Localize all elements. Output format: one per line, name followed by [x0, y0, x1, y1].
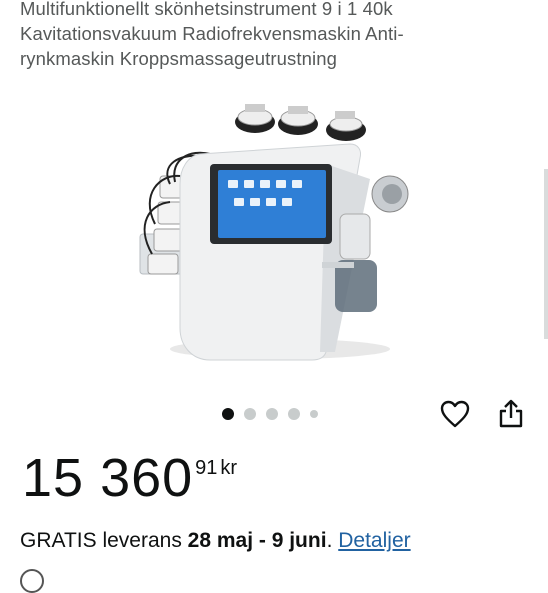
carousel-pagination[interactable] [222, 408, 318, 420]
carousel-dot[interactable] [288, 408, 300, 420]
carousel-dot[interactable] [222, 408, 234, 420]
product-title-line: Multifunktionellt skönhetsinstrument 9 i… [20, 0, 393, 19]
product-title-line: Kavitationsvakuum Radiofrekvensmaskin An… [20, 23, 404, 44]
product-title-line: rynkmaskin Kroppsmassageutrustning [20, 48, 338, 69]
product-image-carousel[interactable] [0, 74, 548, 394]
price-whole: 15 360 [22, 448, 194, 508]
price-currency: kr [220, 457, 238, 479]
carousel-dot[interactable] [244, 408, 256, 420]
price-fraction: 91 [195, 457, 218, 479]
delivery-prefix: GRATIS leverans [20, 529, 182, 552]
wishlist-button[interactable] [438, 397, 472, 431]
carousel-dot[interactable] [266, 408, 278, 420]
carousel-dot[interactable] [310, 410, 318, 418]
delivery-dates: 28 maj - 9 juni [187, 529, 327, 552]
next-image-peek [544, 169, 548, 339]
details-link[interactable]: Detaljer [338, 529, 410, 552]
product-title: Multifunktionellt skönhetsinstrument 9 i… [20, 0, 535, 71]
share-icon [499, 399, 523, 428]
heart-icon [440, 400, 470, 428]
location-icon [20, 569, 44, 593]
share-button[interactable] [494, 397, 528, 431]
delivery-info: GRATIS leverans 28 maj - 9 juni. Detalje… [20, 527, 411, 555]
beauty-machine-image [139, 104, 409, 361]
delivery-period: . [326, 529, 333, 552]
product-price: 15 360 91 kr [22, 448, 237, 508]
